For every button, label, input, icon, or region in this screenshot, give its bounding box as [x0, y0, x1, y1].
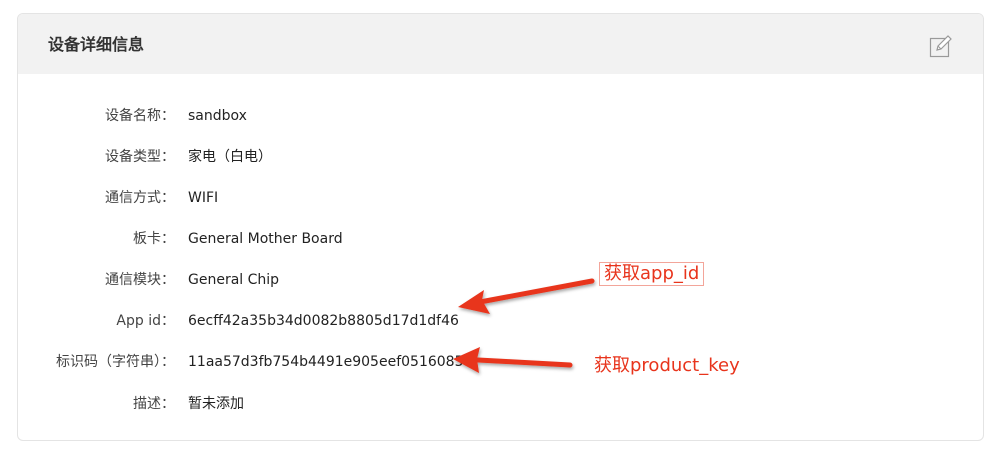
annotation-product-key: 获取product_key	[594, 355, 740, 376]
row-value: 6ecff42a35b34d0082b8805d17d1df46	[188, 313, 459, 329]
panel-header: 设备详细信息	[18, 14, 983, 74]
panel-title: 设备详细信息	[48, 35, 145, 54]
row-value: sandbox	[188, 108, 247, 124]
row-label: 标识码（字符串）：	[56, 354, 175, 370]
row-label: 描述：	[133, 396, 175, 412]
row-label: 设备名称：	[105, 108, 175, 124]
row-value: General Mother Board	[188, 231, 343, 247]
edit-icon[interactable]	[929, 34, 953, 58]
row-value: 家电（白电）	[188, 149, 272, 165]
row-label: App id：	[116, 313, 175, 329]
row-label: 板卡：	[133, 231, 175, 247]
row-label: 设备类型：	[105, 149, 175, 165]
row-label: 通信模块：	[105, 272, 175, 288]
row-value: 暂未添加	[188, 396, 244, 412]
row-value: 11aa57d3fb754b4491e905eef0516085	[188, 354, 464, 370]
row-label: 通信方式：	[105, 190, 175, 206]
annotation-app-id: 获取app_id	[599, 262, 705, 286]
device-detail-panel: 设备详细信息 设备名称： sandbox 设备类型： 家电（白电） 通信方式： …	[17, 13, 984, 441]
row-value: General Chip	[188, 272, 280, 288]
row-value: WIFI	[188, 190, 219, 206]
